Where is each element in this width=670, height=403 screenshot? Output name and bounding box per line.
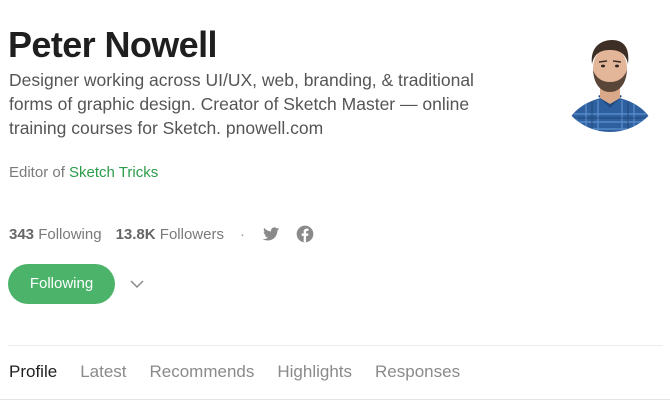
facebook-icon[interactable] bbox=[295, 224, 315, 244]
followers-stat[interactable]: 13.8K Followers bbox=[116, 226, 224, 243]
avatar-image bbox=[556, 24, 664, 132]
editor-line: Editor of Sketch Tricks bbox=[9, 163, 158, 183]
tab-latest[interactable]: Latest bbox=[80, 360, 126, 384]
following-count: 343 bbox=[9, 225, 35, 243]
profile-bio: Designer working across UI/UX, web, bran… bbox=[9, 70, 474, 138]
tab-recommends[interactable]: Recommends bbox=[150, 360, 255, 384]
followers-label: Followers bbox=[159, 225, 224, 243]
stats-separator: · bbox=[239, 225, 245, 243]
profile-tabs: Profile Latest Recommends Highlights Res… bbox=[9, 360, 483, 384]
chevron-down-icon[interactable] bbox=[128, 275, 146, 293]
followers-count: 13.8K bbox=[115, 225, 156, 243]
follow-stats: 343 Following 13.8K Followers · bbox=[9, 223, 315, 245]
tab-responses[interactable]: Responses bbox=[375, 360, 460, 384]
tabs-divider bbox=[0, 399, 670, 400]
profile-page: Peter Nowell Designer working across UI/… bbox=[0, 0, 670, 403]
twitter-icon[interactable] bbox=[261, 224, 281, 244]
editor-prefix: Editor of bbox=[9, 164, 70, 181]
publication-link[interactable]: Sketch Tricks bbox=[69, 164, 158, 181]
following-label: Following bbox=[38, 225, 102, 243]
section-divider bbox=[8, 345, 663, 346]
tab-highlights[interactable]: Highlights bbox=[277, 360, 352, 384]
profile-name: Peter Nowell bbox=[8, 24, 217, 65]
following-stat[interactable]: 343 Following bbox=[9, 226, 102, 243]
following-button[interactable]: Following bbox=[8, 264, 115, 304]
avatar[interactable] bbox=[556, 24, 664, 132]
tab-profile[interactable]: Profile bbox=[9, 360, 57, 384]
